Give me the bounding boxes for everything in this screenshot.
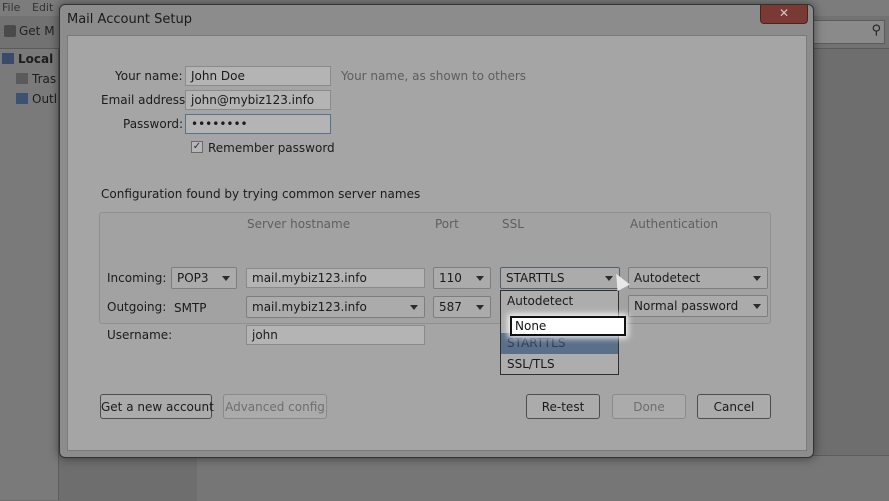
folder-trash[interactable]: Tras [16, 72, 56, 86]
incoming-ssl-select[interactable]: STARTTLS [500, 267, 620, 289]
advanced-config-button: Advanced config [223, 394, 327, 419]
column-ssl: SSL [502, 217, 524, 231]
outgoing-auth-select[interactable]: Normal password [628, 295, 768, 317]
remember-password-checkbox[interactable]: ✓ [191, 141, 203, 153]
remember-password-label[interactable]: Remember password [208, 141, 335, 155]
close-button[interactable]: ✕ [760, 5, 808, 24]
incoming-port-combo[interactable]: 110 [433, 267, 491, 289]
background-main-pane [197, 455, 889, 501]
chevron-down-icon [753, 304, 761, 309]
folder-local-label: Local [18, 52, 54, 66]
get-new-account-button[interactable]: Get a new account [100, 394, 214, 419]
config-status-text: Configuration found by trying common ser… [101, 187, 421, 201]
chevron-down-icon [476, 276, 484, 281]
done-button: Done [612, 394, 686, 419]
folder-trash-label: Tras [32, 72, 57, 86]
incoming-auth-value: Autodetect [634, 271, 701, 285]
incoming-ssl-value: STARTTLS [506, 271, 565, 285]
outgoing-auth-value: Normal password [634, 299, 739, 313]
password-label: Password: [123, 117, 184, 131]
menu-file[interactable]: File [2, 1, 20, 14]
your-name-hint: Your name, as shown to others [341, 69, 527, 83]
ssl-option-ssl-tls[interactable]: SSL/TLS [501, 354, 618, 375]
retest-button[interactable]: Re-test [526, 394, 600, 419]
outgoing-port-value: 587 [439, 300, 462, 314]
get-mail-label: Get M [19, 24, 55, 38]
get-mail-button[interactable]: Get M [4, 24, 55, 38]
chevron-down-icon [476, 305, 484, 310]
chevron-down-icon [753, 276, 761, 281]
chevron-down-icon [222, 276, 230, 281]
your-name-label: Your name: [115, 69, 183, 83]
search-box[interactable]: ⚲ [813, 20, 885, 44]
search-icon: ⚲ [871, 23, 881, 38]
your-name-input[interactable]: John Doe [185, 66, 331, 86]
username-input[interactable]: john [246, 325, 425, 345]
trash-icon [16, 73, 28, 84]
incoming-protocol-value: POP3 [177, 271, 209, 285]
folder-pane [0, 49, 59, 500]
incoming-auth-select[interactable]: Autodetect [628, 267, 768, 289]
computer-icon [2, 53, 14, 64]
email-label: Email address: [101, 93, 190, 107]
folder-outbox-label: Outl [32, 92, 58, 106]
password-input[interactable]: •••••••• [185, 114, 331, 134]
cancel-button[interactable]: Cancel [697, 394, 771, 419]
incoming-label: Incoming: [107, 271, 167, 285]
ssl-option-autodetect[interactable]: Autodetect [501, 291, 618, 312]
username-label: Username: [107, 328, 173, 342]
close-icon: ✕ [779, 6, 790, 20]
incoming-protocol-select[interactable]: POP3 [171, 267, 237, 289]
ssl-option-none[interactable]: None [510, 316, 626, 336]
outgoing-label: Outgoing: [107, 300, 167, 314]
column-port: Port [435, 217, 459, 231]
column-authentication: Authentication [630, 217, 719, 231]
incoming-hostname-input[interactable]: mail.mybiz123.info [246, 268, 425, 288]
column-server-hostname: Server hostname [247, 217, 351, 231]
mail-account-setup-dialog: Mail Account Setup ✕ Your name: John Doe… [59, 4, 814, 458]
chevron-down-icon [410, 305, 418, 310]
menu-edit[interactable]: Edit [32, 1, 53, 14]
outgoing-hostname-value: mail.mybiz123.info [252, 300, 367, 314]
outgoing-hostname-combo[interactable]: mail.mybiz123.info [246, 296, 425, 318]
outgoing-port-combo[interactable]: 587 [433, 296, 491, 318]
ssl-option-starttls[interactable]: STARTTLS [501, 333, 618, 354]
outbox-icon [16, 93, 28, 104]
folder-outbox[interactable]: Outl [16, 92, 57, 106]
get-mail-icon [4, 25, 16, 37]
email-input[interactable]: john@mybiz123.info [185, 90, 331, 110]
outgoing-protocol: SMTP [174, 301, 207, 315]
dialog-title: Mail Account Setup [67, 12, 192, 27]
folder-local[interactable]: Local [2, 52, 53, 66]
incoming-port-value: 110 [439, 271, 462, 285]
